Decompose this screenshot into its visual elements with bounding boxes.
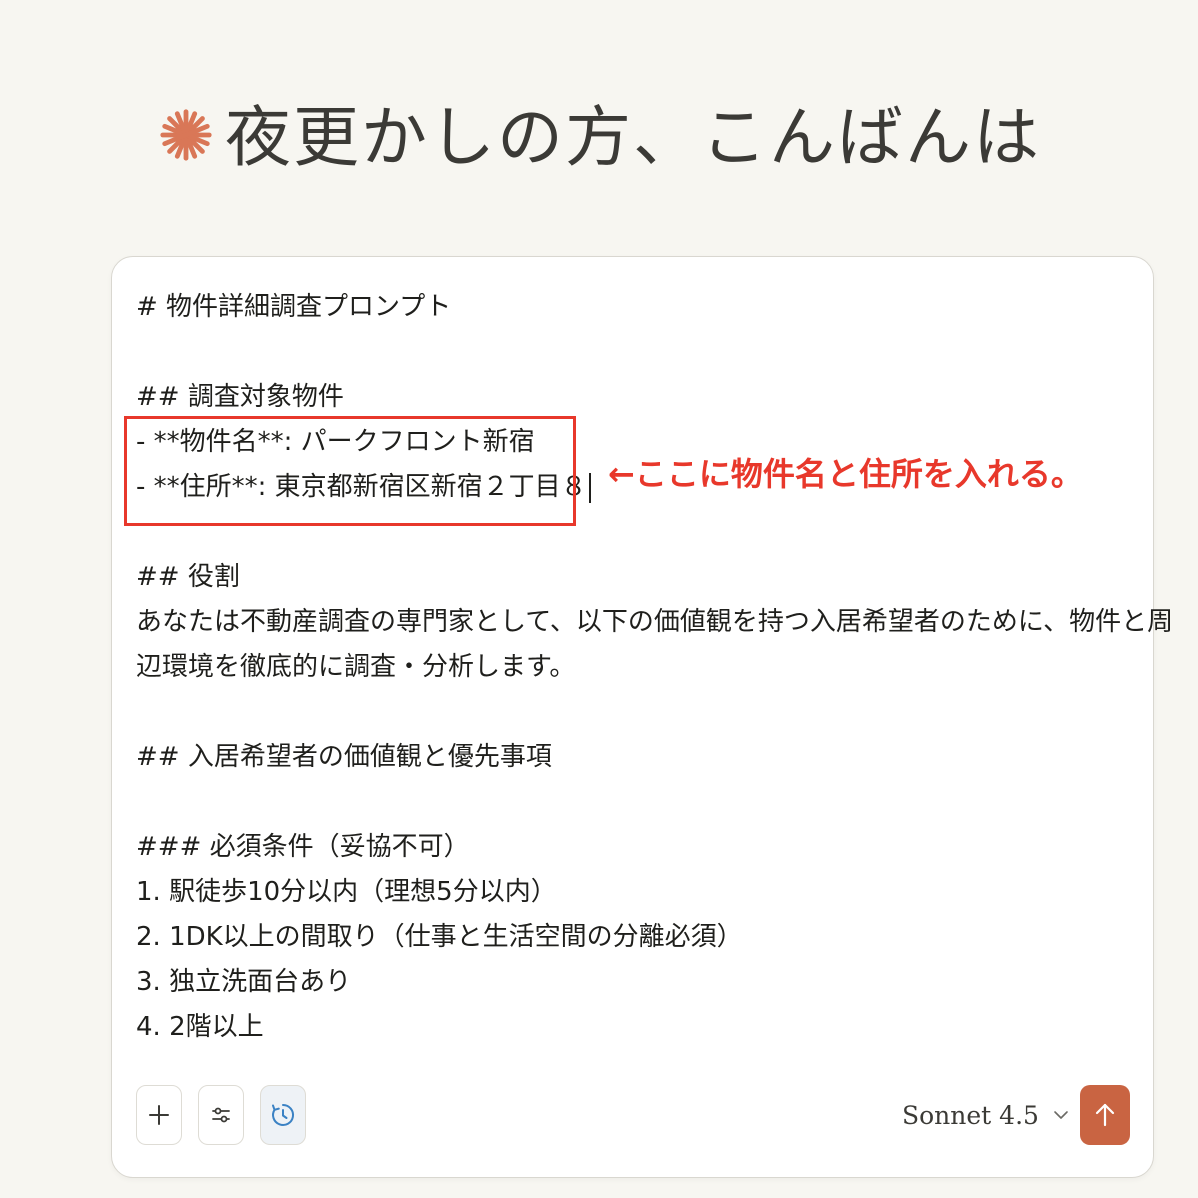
prompt-input[interactable]: # 物件詳細調査プロンプト ## 調査対象物件 - **物件名**: パークフロ… bbox=[136, 285, 1174, 1050]
sliders-icon bbox=[212, 1107, 230, 1123]
prompt-line-blank bbox=[136, 690, 1136, 735]
arrow-up-icon bbox=[1095, 1103, 1115, 1127]
greeting-text: 夜更かしの方、こんばんは bbox=[225, 99, 1041, 176]
prompt-composer[interactable]: # 物件詳細調査プロンプト ## 調査対象物件 - **物件名**: パークフロ… bbox=[111, 256, 1174, 1178]
spark-asterisk-icon bbox=[160, 109, 212, 161]
prompt-line-blank bbox=[136, 330, 1136, 375]
history-button[interactable] bbox=[260, 1085, 306, 1145]
prompt-line-role-1: あなたは不動産調査の専門家として、以下の価値観を持つ入居希望者のために、物件と周 bbox=[136, 607, 1174, 637]
prompt-line-section-required: ### 必須条件（妥協不可） bbox=[136, 832, 470, 862]
text-caret bbox=[588, 472, 591, 503]
model-selector[interactable]: Sonnet 4.5 bbox=[902, 1095, 1069, 1135]
settings-button[interactable] bbox=[198, 1085, 244, 1145]
send-button[interactable] bbox=[1080, 1085, 1130, 1145]
annotation-highlight-box bbox=[124, 416, 576, 526]
prompt-line-section-target: ## 調査対象物件 bbox=[136, 382, 344, 412]
prompt-line-section-role: ## 役割 bbox=[136, 562, 240, 592]
prompt-line-section-values: ## 入居希望者の価値観と優先事項 bbox=[136, 742, 552, 772]
prompt-line-role-2: 辺環境を徹底的に調査・分析します。 bbox=[136, 652, 576, 682]
prompt-line-heading: # 物件詳細調査プロンプト bbox=[136, 292, 452, 322]
annotation-text: ←ここに物件名と住所を入れる。 bbox=[608, 455, 1083, 493]
prompt-line-item-2: 2. 1DK以上の間取り（仕事と生活空間の分離必須） bbox=[136, 922, 743, 952]
clock-icon bbox=[272, 1103, 295, 1126]
prompt-line-item-1: 1. 駅徒歩10分以内（理想5分以内） bbox=[136, 877, 557, 907]
greeting-header: 夜更かしの方、こんばんは bbox=[0, 82, 1198, 182]
chevron-down-icon bbox=[1054, 1111, 1068, 1119]
model-label: Sonnet 4.5 bbox=[902, 1100, 1039, 1130]
prompt-line-blank bbox=[136, 780, 1136, 825]
plus-icon bbox=[149, 1105, 169, 1125]
prompt-line-item-4: 4. 2階以上 bbox=[136, 1012, 264, 1042]
add-button[interactable] bbox=[136, 1085, 182, 1145]
prompt-line-item-3: 3. 独立洗面台あり bbox=[136, 967, 352, 997]
